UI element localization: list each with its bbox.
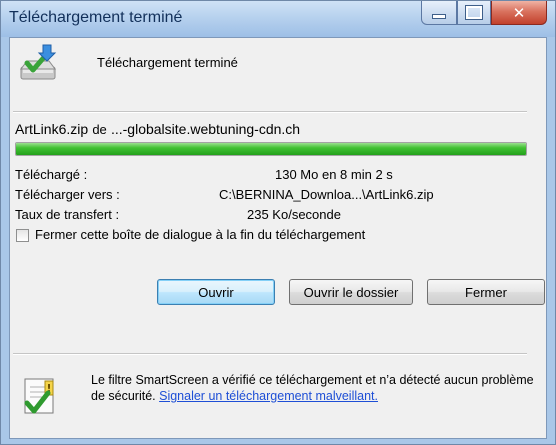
header-title: Téléchargement terminé [97, 55, 238, 70]
transfer-rate-label: Taux de transfert : [15, 207, 120, 222]
downloaded-value: 130 Mo en 8 min 2 s [275, 167, 393, 182]
smartscreen-message: Le filtre SmartScreen a vérifié ce téléc… [91, 372, 541, 404]
maximize-icon [466, 6, 482, 19]
close-window-button[interactable]: ✕ [491, 1, 547, 25]
downloaded-label: Téléchargé : [15, 167, 88, 182]
footer-separator [13, 353, 527, 355]
transfer-rate-value: 235 Ko/seconde [247, 207, 341, 222]
minimize-button[interactable] [421, 1, 457, 25]
download-to-value: C:\BERNINA_Downloa...\ArtLink6.zip [219, 187, 434, 202]
title-bar[interactable]: Téléchargement terminé ✕ [1, 1, 555, 37]
close-button[interactable]: Fermer [427, 279, 545, 305]
close-on-complete-checkbox[interactable] [16, 229, 29, 242]
separator [13, 111, 527, 113]
download-complete-icon [13, 39, 63, 94]
download-to-label: Télécharger vers : [15, 187, 120, 202]
open-folder-button[interactable]: Ouvrir le dossier [289, 279, 413, 305]
open-button[interactable]: Ouvrir [157, 279, 275, 305]
smartscreen-shield-icon: ! [21, 375, 61, 424]
window-controls: ✕ [421, 1, 547, 29]
download-progress-bar [15, 142, 527, 156]
close-icon: ✕ [512, 3, 526, 22]
report-unsafe-download-link[interactable]: Signaler un téléchargement malveillant. [159, 389, 378, 403]
close-on-complete-label[interactable]: Fermer cette boîte de dialogue à la fin … [35, 227, 365, 242]
file-name: ArtLink6.zip [15, 121, 89, 137]
download-source: ArtLink6.zip de ...-globalsite.webtuning… [15, 121, 300, 138]
minimize-icon [432, 14, 446, 19]
download-complete-dialog: Téléchargement terminé ✕ Téléchargement … [0, 0, 556, 445]
progress-fill [16, 143, 526, 155]
source-host: ...-globalsite.webtuning-cdn.ch [110, 121, 301, 137]
window-title: Téléchargement terminé [9, 9, 183, 26]
from-word: de [92, 122, 107, 137]
maximize-button[interactable] [457, 1, 491, 25]
